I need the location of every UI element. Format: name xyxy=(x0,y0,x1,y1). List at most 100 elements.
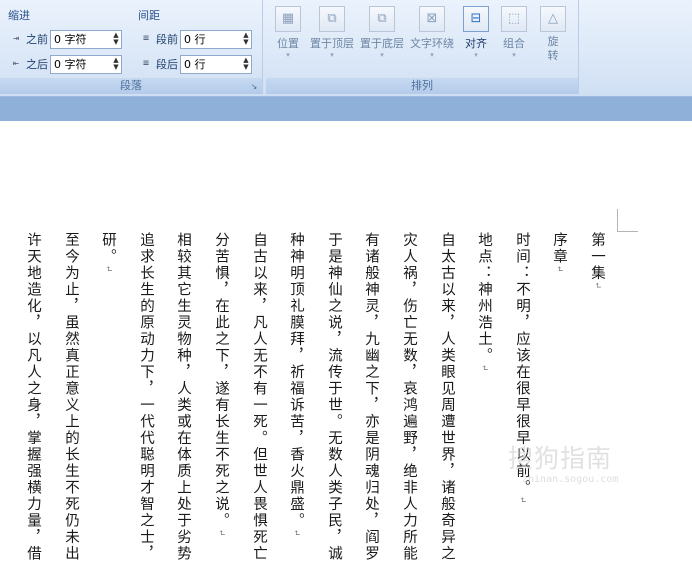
indent-after-label: 之后 xyxy=(26,58,48,71)
text-column-content: 自古以来，凡人无不有一死。但世人畏惧死亡 xyxy=(251,232,267,562)
bring-to-front-button[interactable]: ⧉ 置于顶层 ▾ xyxy=(308,4,356,68)
text-column[interactable]: 研。↵ xyxy=(99,232,117,275)
text-column[interactable]: 灾人祸，伤亡无数，哀鸿遍野，绝非人力所能 xyxy=(400,232,418,562)
text-column[interactable]: 自古以来，凡人无不有一死。但世人畏惧死亡 xyxy=(250,232,268,562)
bring-to-front-label: 置于顶层 xyxy=(310,37,354,50)
spacing-before-input[interactable] xyxy=(181,32,241,46)
bring-to-front-icon: ⧉ xyxy=(319,6,345,32)
text-column[interactable]: 至今为止，虽然真正意义上的长生不死仍未出 xyxy=(62,232,80,562)
arrange-group-label: 排列 xyxy=(266,78,578,94)
watermark-url: zhinan.sogou.com xyxy=(522,474,619,485)
rotate-button[interactable]: △ 旋转 xyxy=(536,4,570,68)
spacing-before-icon: ≡ xyxy=(142,33,150,44)
page-margin-corner-mark xyxy=(617,209,638,232)
text-column[interactable]: 有诸般神灵，九幽之下，亦是阴魂归处，阎罗 xyxy=(362,232,380,562)
spacing-after-row: ≡ 段后 ▲▼ xyxy=(138,54,252,74)
chevron-down-icon: ▾ xyxy=(430,51,434,59)
send-to-back-icon: ⧉ xyxy=(369,6,395,32)
paragraph-mark-icon: ↵ xyxy=(103,265,113,275)
text-column-content: 相较其它生灵物种，人类或在体质上处于劣势 xyxy=(175,232,191,562)
chevron-down-icon: ▾ xyxy=(286,51,290,59)
text-column-content: 分苦惧，在此之下，遂有长生不死之说。 xyxy=(213,232,229,529)
paragraph-group: 缩进 ⇥ 之前 ▲▼ ⇤ 之后 ▲▼ 间距 ≡ 段前 ▲▼ xyxy=(0,0,263,94)
ribbon: 缩进 ⇥ 之前 ▲▼ ⇤ 之后 ▲▼ 间距 ≡ 段前 ▲▼ xyxy=(0,0,692,97)
text-column[interactable]: 地点：神州浩土。↵ xyxy=(475,232,493,374)
text-column-content: 第一集 xyxy=(589,232,605,282)
text-column[interactable]: 于是神仙之说，流传于世。无数人类子民，诚 xyxy=(325,232,343,562)
spacing-before-arrows[interactable]: ▲ ▼ xyxy=(241,32,251,46)
align-icon: ⊟ xyxy=(463,6,489,32)
paragraph-mark-icon: ↵ xyxy=(479,364,489,374)
indent-before-spinner[interactable]: ▲▼ xyxy=(50,29,122,49)
paragraph-mark-icon: ↵ xyxy=(291,529,301,539)
text-column[interactable]: 自太古以来，人类眼见周遭世界，诸般奇异之 xyxy=(438,232,456,562)
indent-after-spinner[interactable]: ▲▼ xyxy=(50,54,122,74)
watermark-text: 搜狗指南 xyxy=(508,444,613,473)
chevron-down-icon: ▾ xyxy=(512,51,516,59)
chevron-down-icon: ▾ xyxy=(474,51,478,59)
indent-after-icon: ⇤ xyxy=(12,58,20,69)
document-page[interactable]: 第一集↵ 序章↵ 时间：不明，应该在很早很早以前。↵ 地点：神州浩土。↵ 自太古以来，人… xyxy=(0,121,692,562)
text-column[interactable]: 许天地造化，以凡人之身，掌握强横力量，借 xyxy=(24,232,42,562)
indent-before-row: ⇥ 之前 ▲▼ xyxy=(8,29,122,49)
text-column-content: 于是神仙之说，流传于世。无数人类子民，诚 xyxy=(326,232,342,562)
text-column-content: 自太古以来，人类眼见周遭世界，诸般奇异之 xyxy=(439,232,455,562)
group-button[interactable]: ⬚ 组合 ▾ xyxy=(498,4,530,68)
text-wrap-button[interactable]: ⊠ 文字环绕 ▾ xyxy=(408,4,456,68)
rotate-label: 旋转 xyxy=(547,35,559,62)
text-column[interactable]: 分苦惧，在此之下，遂有长生不死之说。↵ xyxy=(212,232,230,539)
spacing-after-arrows[interactable]: ▲ ▼ xyxy=(241,57,251,71)
text-column-content: 地点：神州浩土。 xyxy=(476,232,492,364)
indent-before-input[interactable] xyxy=(51,32,111,46)
paragraph-mark-icon: ↵ xyxy=(216,529,226,539)
text-column-content: 有诸般神灵，九幽之下，亦是阴魂归处，阎罗 xyxy=(363,232,379,562)
text-wrap-label: 文字环绕 xyxy=(410,37,454,50)
text-wrap-icon: ⊠ xyxy=(419,6,445,32)
chevron-down-icon: ▾ xyxy=(330,51,334,59)
send-to-back-label: 置于底层 xyxy=(360,37,404,50)
spacing-before-spinner[interactable]: ▲▼ xyxy=(180,29,252,49)
text-column-content: 追求长生的原动力下，一代代聪明才智之士， xyxy=(138,232,154,562)
position-button[interactable]: ▦ 位置 ▾ xyxy=(272,4,304,68)
position-icon: ▦ xyxy=(275,6,301,32)
text-column[interactable]: 第一集↵ xyxy=(588,232,606,291)
send-to-back-button[interactable]: ⧉ 置于底层 ▾ xyxy=(358,4,406,68)
paragraph-mark-icon: ↵ xyxy=(517,496,527,506)
text-column-content: 序章 xyxy=(551,232,567,265)
group-icon: ⬚ xyxy=(501,6,527,32)
spacing-after-input[interactable] xyxy=(181,57,241,71)
align-button[interactable]: ⊟ 对齐 ▾ xyxy=(460,4,492,68)
text-column-content: 灾人祸，伤亡无数，哀鸿遍野，绝非人力所能 xyxy=(401,232,417,562)
text-column-content: 种神明顶礼膜拜，祈福诉苦，香火鼎盛。 xyxy=(288,232,304,529)
indent-before-label: 之前 xyxy=(26,33,48,46)
paragraph-group-label: 段落 xyxy=(0,78,262,94)
indent-after-arrows[interactable]: ▲ ▼ xyxy=(111,57,121,71)
indent-before-arrows[interactable]: ▲ ▼ xyxy=(111,32,121,46)
text-column-content: 至今为止，虽然真正意义上的长生不死仍未出 xyxy=(63,232,79,562)
paragraph-mark-icon: ↵ xyxy=(554,265,564,275)
indent-title: 缩进 xyxy=(8,9,30,22)
indent-after-input[interactable] xyxy=(51,57,111,71)
arrange-group: ▦ 位置 ▾ ⧉ 置于顶层 ▾ ⧉ 置于底层 ▾ ⊠ 文字环绕 ▾ ⊟ 对齐 ▾… xyxy=(266,0,579,94)
rotate-icon: △ xyxy=(540,6,566,32)
position-label: 位置 xyxy=(277,37,299,50)
paragraph-mark-icon: ↵ xyxy=(592,281,602,292)
spacing-before-label: 段前 xyxy=(156,33,178,46)
paragraph-dialog-launcher-icon[interactable]: ↘ xyxy=(249,82,259,92)
spacing-title: 间距 xyxy=(138,9,160,22)
align-label: 对齐 xyxy=(465,37,487,50)
spacing-before-row: ≡ 段前 ▲▼ xyxy=(138,29,252,49)
spacing-after-icon: ≡ xyxy=(142,58,150,69)
spacing-after-label: 段后 xyxy=(156,58,178,71)
document-background xyxy=(0,97,692,121)
spacing-after-spinner[interactable]: ▲▼ xyxy=(180,54,252,74)
text-column[interactable]: 追求长生的原动力下，一代代聪明才智之士， xyxy=(137,232,155,562)
chevron-down-icon: ▾ xyxy=(380,51,384,59)
group-label: 组合 xyxy=(503,37,525,50)
text-column-content: 许天地造化，以凡人之身，掌握强横力量，借 xyxy=(25,232,41,562)
indent-before-icon: ⇥ xyxy=(12,33,20,44)
text-column[interactable]: 种神明顶礼膜拜，祈福诉苦，香火鼎盛。↵ xyxy=(287,232,305,539)
text-column[interactable]: 序章↵ xyxy=(550,232,568,275)
indent-after-row: ⇤ 之后 ▲▼ xyxy=(8,54,122,74)
text-column[interactable]: 相较其它生灵物种，人类或在体质上处于劣势 xyxy=(174,232,192,562)
